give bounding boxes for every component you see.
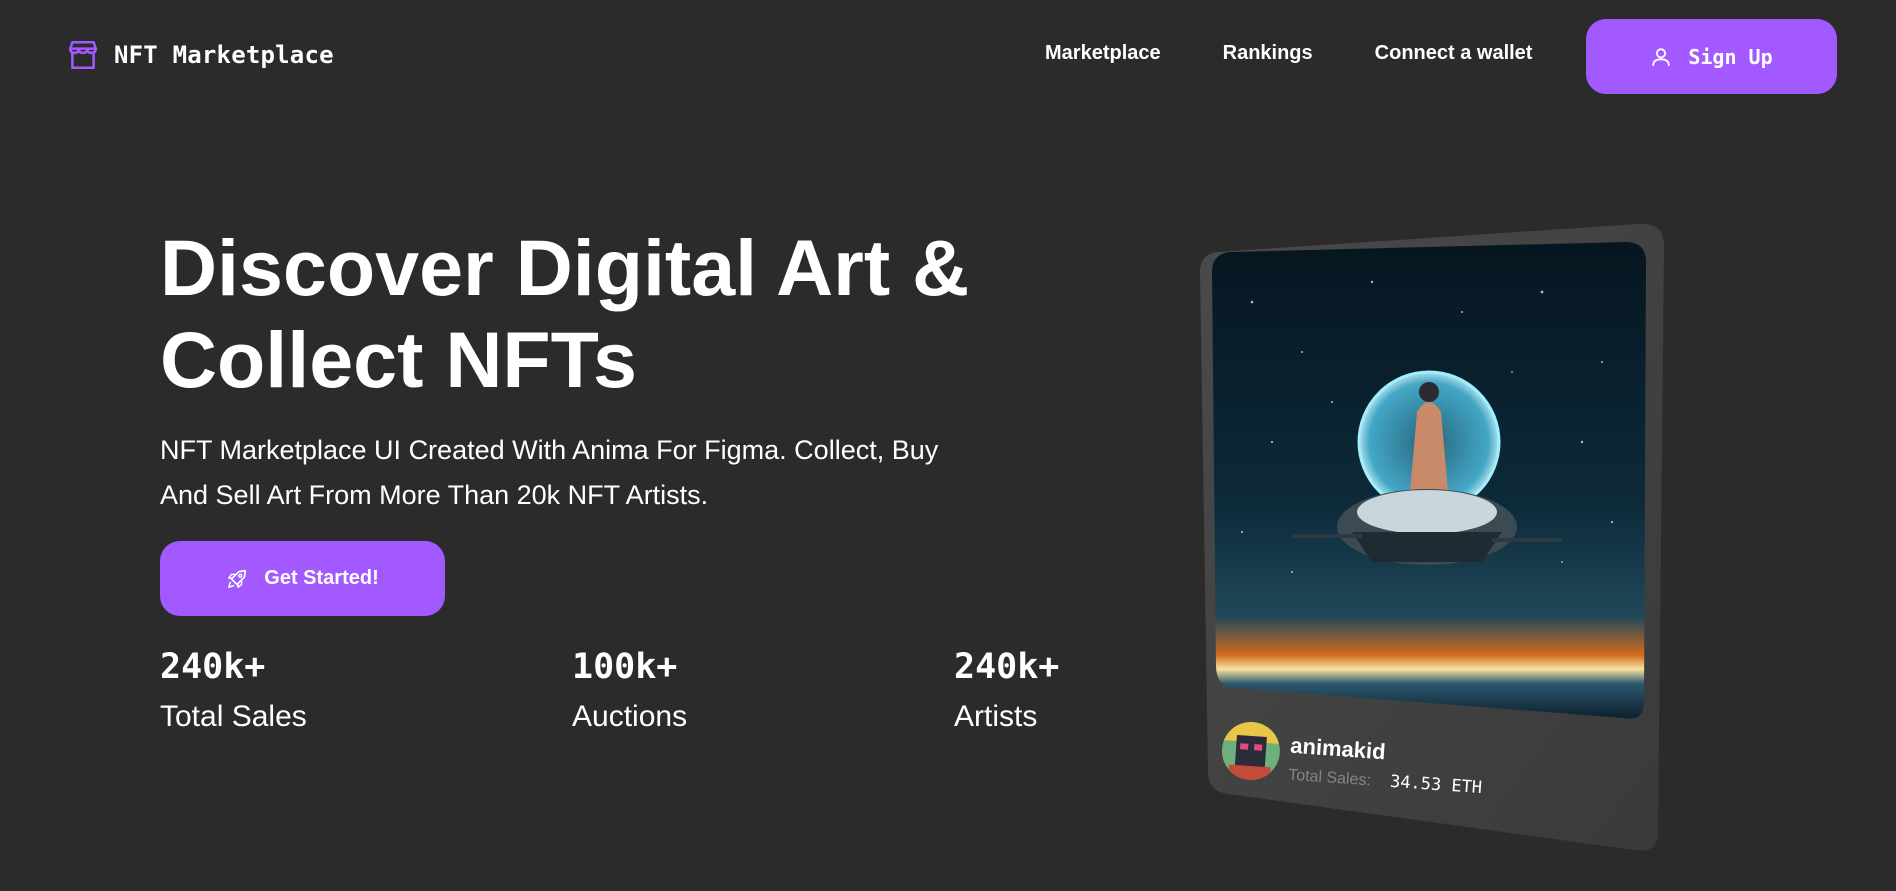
stat-label: Artists bbox=[954, 700, 1038, 733]
top-navigation: NFT Marketplace Marketplace Rankings Con… bbox=[0, 0, 1896, 115]
total-sales-label: Total Sales: bbox=[1287, 766, 1372, 790]
sign-up-label: Sign Up bbox=[1688, 44, 1773, 69]
nft-artwork[interactable] bbox=[1212, 242, 1646, 722]
nav-link-rankings[interactable]: Rankings bbox=[1223, 42, 1313, 65]
hero-title-line-2: Collect NFTs bbox=[160, 315, 637, 404]
brand-logo[interactable]: NFT Marketplace bbox=[66, 38, 334, 72]
stat-value: 240k+ bbox=[954, 647, 1060, 687]
nav-link-connect-wallet[interactable]: Connect a wallet bbox=[1375, 42, 1533, 65]
brand-name: NFT Marketplace bbox=[114, 41, 334, 69]
nav-link-marketplace[interactable]: Marketplace bbox=[1045, 42, 1161, 65]
get-started-label: Get Started! bbox=[264, 567, 379, 589]
stat-value: 100k+ bbox=[572, 647, 678, 687]
storefront-icon bbox=[68, 40, 98, 70]
hero-title: Discover Digital Art & Collect NFTs bbox=[160, 222, 1060, 406]
hero-subtitle-line-2: And Sell Art From More Than 20k NFT Arti… bbox=[160, 480, 709, 510]
rocket-icon bbox=[228, 569, 247, 588]
avatar-image bbox=[1219, 720, 1282, 782]
hero-title-line-1: Discover Digital Art & bbox=[160, 223, 970, 312]
hero-subtitle: NFT Marketplace UI Created With Anima Fo… bbox=[160, 428, 1060, 518]
stat-value: 240k+ bbox=[160, 647, 266, 687]
sign-up-button[interactable]: Sign Up bbox=[1586, 19, 1837, 94]
get-started-button[interactable]: Get Started! bbox=[160, 541, 445, 616]
stat-auctions: 100k+ Auctions bbox=[572, 645, 687, 737]
artist-name[interactable]: animakid bbox=[1289, 733, 1387, 766]
stat-total-sales: 240k+ Total Sales bbox=[160, 645, 307, 737]
total-sales-value: 34.53 ETH bbox=[1389, 771, 1483, 799]
stat-artists: 240k+ Artists bbox=[954, 645, 1059, 737]
stat-label: Total Sales bbox=[160, 700, 307, 733]
stat-label: Auctions bbox=[572, 700, 688, 733]
hero-subtitle-line-1: NFT Marketplace UI Created With Anima Fo… bbox=[160, 435, 939, 465]
main-nav: Marketplace Rankings Connect a wallet bbox=[1045, 42, 1532, 65]
artist-avatar[interactable] bbox=[1219, 720, 1282, 782]
user-icon bbox=[1652, 47, 1671, 66]
